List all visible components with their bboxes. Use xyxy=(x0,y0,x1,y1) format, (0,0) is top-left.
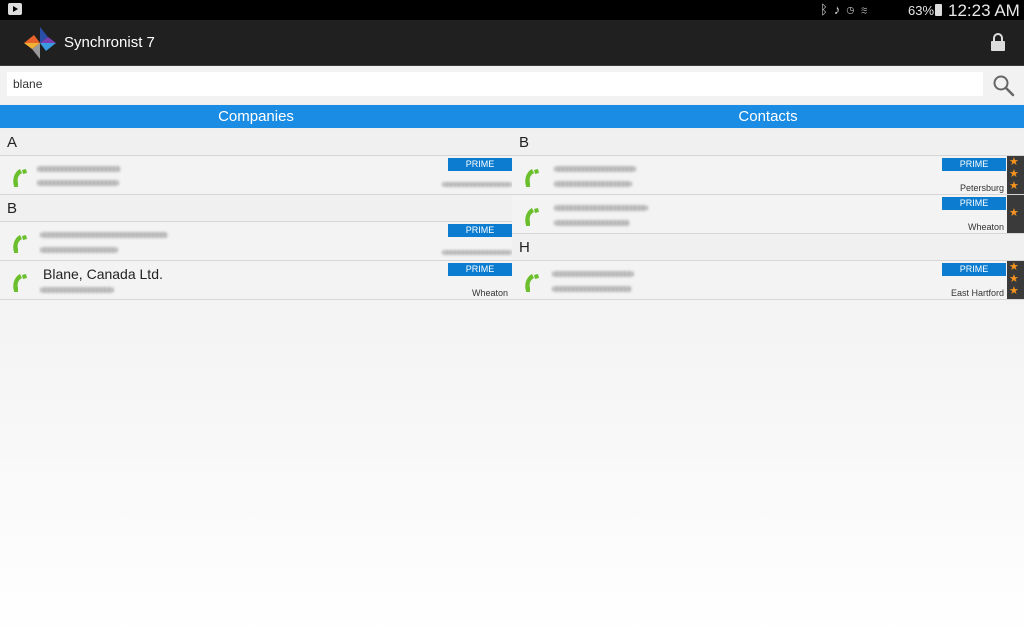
star-icon: ★ xyxy=(1009,273,1019,285)
company-row[interactable]: PRIME xyxy=(0,156,512,195)
contact-city: Wheaton xyxy=(967,222,1004,232)
star-icon: ★ xyxy=(1009,180,1019,192)
prime-badge: PRIME xyxy=(942,158,1006,171)
search-bar xyxy=(0,66,1024,104)
phone-icon[interactable] xyxy=(10,232,32,254)
bluetooth-icon: ᛒ xyxy=(820,2,834,17)
redacted-name xyxy=(37,166,121,172)
phone-icon[interactable] xyxy=(522,205,544,227)
status-icons: ᛒ♪◷≋ xyxy=(820,2,874,17)
redacted-detail xyxy=(552,286,632,292)
app-logo-icon[interactable] xyxy=(22,25,58,61)
contacts-list: B PRIME Petersburg ★ ★ ★ PRIME Wheaton ★… xyxy=(512,129,1024,300)
rating-stars: ★ xyxy=(1007,195,1024,233)
redacted-name xyxy=(554,166,636,172)
battery-icon xyxy=(935,4,942,16)
redacted-detail xyxy=(554,181,632,187)
column-headers: Companies Contacts xyxy=(0,105,1024,128)
redacted-name xyxy=(552,271,634,277)
contacts-header[interactable]: Contacts xyxy=(512,108,1024,125)
section-header-b: B xyxy=(0,195,512,222)
companies-list: A PRIME B PRIME Blane, Canada Ltd. PRIME… xyxy=(0,129,512,300)
redacted-detail xyxy=(37,180,119,186)
redacted-name xyxy=(40,232,168,238)
redacted-city xyxy=(442,250,512,255)
app-bar: Synchronist 7 xyxy=(0,20,1024,66)
prime-badge: PRIME xyxy=(448,224,512,237)
phone-icon[interactable] xyxy=(10,166,32,188)
section-header-b: B xyxy=(512,129,1024,156)
prime-badge: PRIME xyxy=(942,197,1006,210)
mute-icon: ♪ xyxy=(833,2,847,17)
rating-stars: ★ ★ ★ xyxy=(1007,156,1024,194)
star-icon: ★ xyxy=(1009,261,1019,273)
notification-icon xyxy=(8,3,22,15)
contact-city: Petersburg xyxy=(959,183,1004,193)
prime-badge: PRIME xyxy=(942,263,1006,276)
redacted-detail xyxy=(554,220,630,226)
alarm-icon: ◷ xyxy=(846,2,861,17)
search-input[interactable] xyxy=(7,72,983,96)
phone-icon[interactable] xyxy=(522,166,544,188)
star-icon: ★ xyxy=(1009,168,1019,180)
phone-icon[interactable] xyxy=(522,271,544,293)
clock: 12:23 AM xyxy=(948,1,1020,20)
section-header-a: A xyxy=(0,129,512,156)
company-name: Blane, Canada Ltd. xyxy=(43,266,163,282)
company-city: Wheaton xyxy=(471,288,508,298)
prime-badge: PRIME xyxy=(448,263,512,276)
company-row[interactable]: Blane, Canada Ltd. PRIME Wheaton xyxy=(0,261,512,300)
contact-row[interactable]: PRIME East Hartford ★ ★ ★ xyxy=(512,261,1024,300)
app-title: Synchronist 7 xyxy=(64,34,155,51)
search-icon[interactable] xyxy=(992,74,1016,98)
contact-row[interactable]: PRIME Petersburg ★ ★ ★ xyxy=(512,156,1024,195)
star-icon: ★ xyxy=(1009,285,1019,297)
phone-icon[interactable] xyxy=(10,271,32,293)
section-header-h: H xyxy=(512,234,1024,261)
star-icon: ★ xyxy=(1009,207,1019,219)
redacted-detail xyxy=(40,247,118,253)
star-icon: ★ xyxy=(1009,156,1019,168)
status-bar: ᛒ♪◷≋ 63% 12:23 AM xyxy=(0,0,1024,20)
company-row[interactable]: PRIME xyxy=(0,222,512,261)
contact-row[interactable]: PRIME Wheaton ★ xyxy=(512,195,1024,234)
wifi-icon: ≋ xyxy=(860,2,874,17)
prime-badge: PRIME xyxy=(448,158,512,171)
redacted-detail xyxy=(40,287,114,293)
redacted-name xyxy=(554,205,648,211)
redacted-city xyxy=(442,182,512,187)
lock-icon[interactable] xyxy=(990,32,1006,52)
contact-city: East Hartford xyxy=(950,288,1004,298)
rating-stars: ★ ★ ★ xyxy=(1007,261,1024,299)
companies-header[interactable]: Companies xyxy=(0,108,512,125)
battery-percent: 63% xyxy=(908,3,935,18)
